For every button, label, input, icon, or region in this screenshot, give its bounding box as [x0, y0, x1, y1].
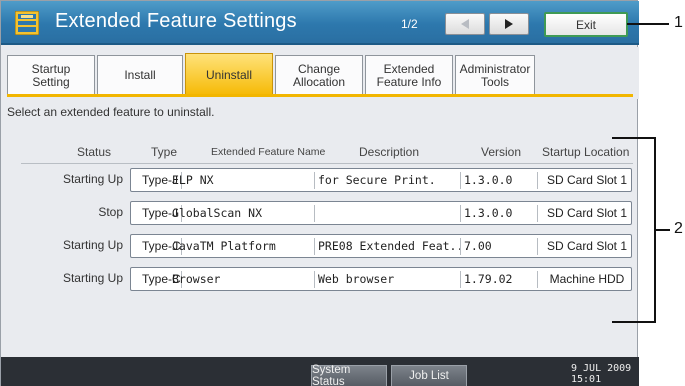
title-bar: Extended Feature Settings 1/2 Exit: [1, 1, 639, 45]
tab-underline: [7, 94, 633, 97]
tab-administrator-tools[interactable]: Administrator Tools: [455, 55, 535, 95]
column-separator: [460, 238, 461, 255]
column-separator: [537, 205, 538, 222]
column-separator: [460, 271, 461, 288]
callout-2-label: 2: [674, 220, 683, 237]
row-name: JavaTM Platform: [172, 239, 276, 253]
next-page-button[interactable]: [489, 13, 529, 35]
row-status: Starting Up: [62, 271, 123, 285]
column-separator: [314, 172, 315, 189]
row-status: Stop: [98, 205, 123, 219]
row-entry[interactable]: Type-J ELP NX for Secure Print. 1.3.0.0 …: [130, 168, 632, 192]
column-separator: [460, 205, 461, 222]
table-row[interactable]: Stop Type-J GlobalScan NX 1.3.0.0 SD Car…: [1, 201, 639, 225]
column-separator: [314, 205, 315, 222]
column-separator: [537, 172, 538, 189]
row-status: Starting Up: [62, 238, 123, 252]
tab-install[interactable]: Install: [97, 55, 183, 95]
row-version: 7.00: [464, 239, 492, 253]
date-display: 9 JUL 2009: [571, 363, 632, 374]
previous-page-button[interactable]: [445, 13, 485, 35]
header-description: Description: [359, 145, 420, 159]
tab-bar: Startup Setting Install Uninstall Change…: [1, 47, 639, 99]
arrow-right-icon: [505, 19, 513, 29]
header-version: Version: [481, 145, 522, 159]
row-version: 1.79.02: [464, 272, 513, 286]
header-type: Type: [151, 145, 178, 159]
row-version: 1.3.0.0: [464, 206, 513, 220]
page-title: Extended Feature Settings: [55, 10, 297, 32]
arrow-left-icon: [461, 19, 469, 29]
row-entry[interactable]: Type-C JavaTM Platform PRE08 Extended Fe…: [130, 234, 632, 258]
callout-1-label: 1: [674, 14, 683, 31]
callout-2-bracket: [612, 137, 656, 323]
header-divider: [21, 163, 633, 164]
callout-2-leader: [656, 229, 670, 231]
column-separator: [537, 238, 538, 255]
tab-extended-feature-info[interactable]: Extended Feature Info: [365, 55, 453, 95]
header-extended-feature-name: Extended Feature Name: [211, 146, 326, 158]
tab-startup-setting[interactable]: Startup Setting: [7, 55, 95, 95]
exit-button[interactable]: Exit: [544, 12, 628, 37]
instruction-text: Select an extended feature to uninstall.: [7, 105, 215, 119]
row-entry[interactable]: Type-C Browser Web browser 1.79.02 Machi…: [130, 267, 632, 291]
row-version: 1.3.0.0: [464, 173, 513, 187]
column-separator: [314, 238, 315, 255]
column-separator: [537, 271, 538, 288]
row-description: for Secure Print.: [318, 173, 436, 187]
row-name: Browser: [172, 272, 221, 286]
row-description: PRE08 Extended Feat...: [318, 239, 471, 253]
row-entry[interactable]: Type-J GlobalScan NX 1.3.0.0 SD Card Slo…: [130, 201, 632, 225]
column-separator: [314, 271, 315, 288]
table-row[interactable]: Starting Up Type-C Browser Web browser 1…: [1, 267, 639, 291]
row-description: Web browser: [318, 272, 395, 286]
extended-feature-icon: [14, 10, 40, 36]
tab-change-allocation[interactable]: Change Allocation: [275, 55, 363, 95]
tab-uninstall[interactable]: Uninstall: [185, 53, 273, 97]
row-status: Starting Up: [62, 172, 123, 186]
job-list-button[interactable]: Job List: [391, 365, 467, 386]
table-row[interactable]: Starting Up Type-J ELP NX for Secure Pri…: [1, 168, 639, 192]
table-row[interactable]: Starting Up Type-C JavaTM Platform PRE08…: [1, 234, 639, 258]
row-name: GlobalScan NX: [172, 206, 263, 220]
callout-1-leader: [627, 23, 669, 25]
column-separator: [460, 172, 461, 189]
extended-feature-settings-screen: Extended Feature Settings 1/2 Exit Start…: [0, 0, 639, 386]
header-status: Status: [77, 145, 112, 159]
time-display: 15:01: [571, 374, 602, 385]
page-indicator: 1/2: [401, 17, 418, 31]
row-name: ELP NX: [172, 173, 214, 187]
system-status-button[interactable]: System Status: [311, 364, 387, 386]
status-footer: System Status Job List 9 JUL 2009 15:01: [1, 357, 639, 386]
